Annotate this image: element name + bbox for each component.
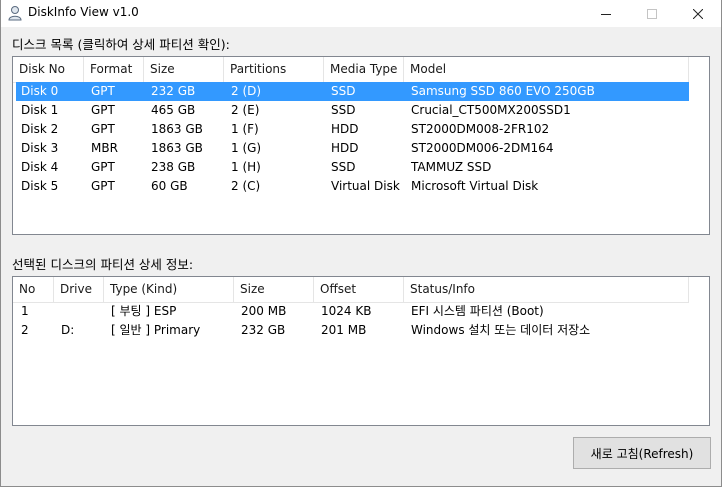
cell-media-type: SSD (331, 160, 356, 174)
cell-partitions: 2 (C) (231, 179, 261, 193)
cell-offset: 201 MB (321, 323, 367, 337)
partition-list[interactable]: No Drive Type (Kind) Size Offset Status/… (12, 276, 710, 426)
cell-no: 1 (21, 304, 29, 318)
cell-size: 1863 GB (151, 122, 203, 136)
maximize-button[interactable] (629, 0, 675, 27)
cell-disk-no: Disk 3 (21, 141, 59, 155)
column-header-drive[interactable]: Drive (54, 277, 104, 302)
cell-size: 60 GB (151, 179, 188, 193)
cell-drive (57, 302, 61, 321)
cell-format: GPT (91, 179, 115, 193)
disk-list-header: Disk No Format Size Partitions Media Typ… (13, 57, 689, 83)
close-icon (693, 8, 703, 19)
cell-model: TAMMUZ SSD (411, 160, 492, 174)
column-header-no[interactable]: No (13, 277, 54, 302)
cell-size: 1863 GB (151, 141, 203, 155)
cell-model: ST2000DM008-2FR102 (411, 122, 550, 136)
column-header-partitions[interactable]: Partitions (224, 57, 324, 82)
cell-format: GPT (91, 122, 115, 136)
cell-format: MBR (91, 141, 118, 155)
maximize-icon (647, 8, 657, 19)
cell-type: [ 일반 ] Primary (111, 323, 201, 337)
disk-row[interactable]: Disk 4 GPT 238 GB 1 (H) SSD TAMMUZ SSD (16, 158, 689, 177)
partition-list-header: No Drive Type (Kind) Size Offset Status/… (13, 277, 689, 303)
cell-size: 232 GB (241, 323, 286, 337)
partition-row[interactable]: 2 D: [ 일반 ] Primary 232 GB 201 MB Window… (16, 321, 689, 340)
column-header-media-type[interactable]: Media Type (324, 57, 404, 82)
column-header-status[interactable]: Status/Info (404, 277, 689, 302)
disk-row-selected[interactable]: Disk 0 GPT 232 GB 2 (D) SSD Samsung SSD … (16, 82, 689, 101)
window-title: DiskInfo View v1.0 (28, 5, 139, 19)
cell-partitions: 2 (D) (231, 84, 262, 98)
disk-list[interactable]: Disk No Format Size Partitions Media Typ… (12, 56, 710, 235)
cell-media-type: Virtual Disk (331, 179, 400, 193)
app-icon (8, 6, 22, 21)
column-header-format[interactable]: Format (84, 57, 144, 82)
cell-type: [ 부팅 ] ESP (111, 304, 177, 318)
column-header-offset[interactable]: Offset (314, 277, 404, 302)
cell-partitions: 1 (G) (231, 141, 262, 155)
app-window: DiskInfo View v1.0 디스크 목록 (클릭하여 상세 파티션 확… (0, 0, 722, 487)
cell-partitions: 2 (E) (231, 103, 260, 117)
cell-partitions: 1 (H) (231, 160, 261, 174)
close-button[interactable] (675, 0, 721, 27)
column-header-disk-no[interactable]: Disk No (13, 57, 84, 82)
column-header-model[interactable]: Model (404, 57, 689, 82)
cell-media-type: HDD (331, 141, 359, 155)
cell-disk-no: Disk 2 (21, 122, 59, 136)
partition-list-label: 선택된 디스크의 파티션 상세 정보: (12, 257, 194, 272)
disk-row[interactable]: Disk 5 GPT 60 GB 2 (C) Virtual Disk Micr… (16, 177, 689, 196)
cell-size: 465 GB (151, 103, 196, 117)
disk-row[interactable]: Disk 1 GPT 465 GB 2 (E) SSD Crucial_CT50… (16, 101, 689, 120)
cell-size: 232 GB (151, 84, 196, 98)
cell-disk-no: Disk 4 (21, 160, 59, 174)
cell-drive: D: (61, 323, 75, 337)
partition-row[interactable]: 1 [ 부팅 ] ESP 200 MB 1024 KB EFI 시스템 파티션 … (16, 302, 689, 321)
cell-status: Windows 설치 또는 데이터 저장소 (411, 323, 591, 337)
title-bar[interactable]: DiskInfo View v1.0 (1, 0, 721, 27)
cell-format: GPT (91, 103, 115, 117)
column-header-type[interactable]: Type (Kind) (104, 277, 234, 302)
cell-media-type: SSD (331, 103, 356, 117)
cell-no: 2 (21, 323, 29, 337)
column-header-size[interactable]: Size (234, 277, 314, 302)
cell-media-type: HDD (331, 122, 359, 136)
cell-model: Microsoft Virtual Disk (411, 179, 539, 193)
column-header-size[interactable]: Size (144, 57, 224, 82)
cell-offset: 1024 KB (321, 304, 372, 318)
cell-disk-no: Disk 1 (21, 103, 59, 117)
cell-disk-no: Disk 5 (21, 179, 59, 193)
cell-model: Samsung SSD 860 EVO 250GB (411, 84, 595, 98)
cell-format: GPT (91, 160, 115, 174)
disk-row[interactable]: Disk 3 MBR 1863 GB 1 (G) HDD ST2000DM006… (16, 139, 689, 158)
disk-row[interactable]: Disk 2 GPT 1863 GB 1 (F) HDD ST2000DM008… (16, 120, 689, 139)
cell-format: GPT (91, 84, 115, 98)
disk-list-label: 디스크 목록 (클릭하여 상세 파티션 확인): (12, 37, 230, 52)
cell-partitions: 1 (F) (231, 122, 259, 136)
cell-model: ST2000DM006-2DM164 (411, 141, 554, 155)
refresh-button[interactable]: 새로 고침(Refresh) (573, 437, 711, 469)
cell-media-type: SSD (331, 84, 356, 98)
cell-size: 238 GB (151, 160, 196, 174)
cell-disk-no: Disk 0 (21, 84, 59, 98)
cell-size: 200 MB (241, 304, 287, 318)
minimize-icon (601, 13, 611, 15)
minimize-button[interactable] (583, 0, 629, 27)
cell-status: EFI 시스템 파티션 (Boot) (411, 304, 544, 318)
cell-model: Crucial_CT500MX200SSD1 (411, 103, 571, 117)
